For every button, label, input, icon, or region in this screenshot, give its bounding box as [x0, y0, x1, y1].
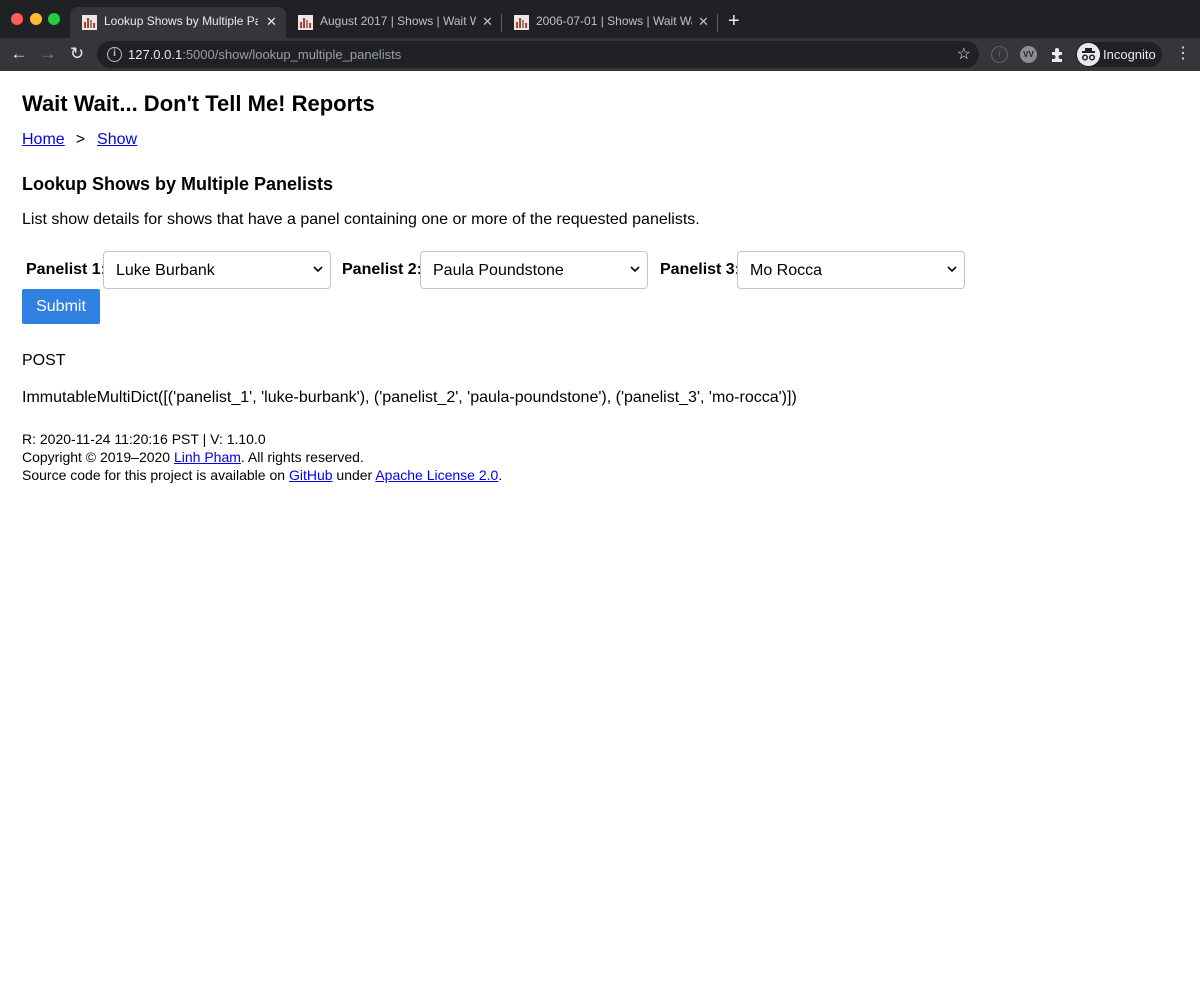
copyright-prefix: Copyright © 2019–2020	[22, 449, 174, 465]
page-heading: Lookup Shows by Multiple Panelists	[22, 174, 334, 194]
browser-toolbar: ← → ↻ i 127.0.0.1:5000/show/lookup_multi…	[0, 38, 1200, 71]
address-bar[interactable]: i 127.0.0.1:5000/show/lookup_multiple_pa…	[97, 41, 979, 68]
bookmark-star-icon[interactable]: ☆	[957, 44, 971, 64]
extension-vv-icon[interactable]: VV	[1020, 46, 1037, 63]
panelist-2-select[interactable]: Paula Poundstone	[420, 251, 648, 289]
url-text[interactable]: 127.0.0.1:5000/show/lookup_multiple_pane…	[128, 47, 401, 62]
tab-title: Lookup Shows by Multiple Panelists	[104, 14, 258, 28]
tab-2006-07-01[interactable]: 2006-07-01 | Shows | Wait Wait ✕	[502, 7, 718, 38]
forward-arrow-icon[interactable]: →	[37, 43, 59, 65]
chevron-down-icon	[630, 266, 640, 273]
source-line: Source code for this project is availabl…	[22, 466, 502, 484]
copyright-suffix: . All rights reserved.	[240, 449, 364, 465]
panelist-1-select[interactable]: Luke Burbank	[103, 251, 331, 289]
url-path: :5000/show/lookup_multiple_panelists	[182, 47, 402, 62]
site-favicon-icon	[82, 15, 97, 30]
close-icon[interactable]: ✕	[266, 13, 277, 31]
request-method: POST	[22, 352, 66, 369]
breadcrumb-show-link[interactable]: Show	[97, 131, 137, 148]
panelist-2-value: Paula Poundstone	[433, 262, 564, 279]
reload-icon[interactable]: ↻	[66, 43, 88, 65]
tab-divider	[717, 14, 718, 32]
github-link[interactable]: GitHub	[289, 467, 333, 483]
panelist-3-value: Mo Rocca	[750, 262, 823, 279]
page-description: List show details for shows that have a …	[22, 211, 700, 228]
source-suffix: .	[498, 467, 503, 483]
extension-info-icon[interactable]: i	[991, 46, 1008, 63]
site-favicon-icon	[514, 15, 529, 30]
minimize-window-button[interactable]	[30, 13, 42, 25]
footer: R: 2020-11-24 11:20:16 PST | V: 1.10.0 C…	[22, 430, 502, 484]
incognito-profile-button[interactable]: Incognito	[1076, 42, 1162, 67]
tab-title: 2006-07-01 | Shows | Wait Wait	[536, 14, 692, 28]
license-link[interactable]: Apache License 2.0	[375, 467, 498, 483]
tab-august-2017[interactable]: August 2017 | Shows | Wait Wait ✕	[286, 7, 502, 38]
site-info-icon[interactable]: i	[107, 47, 122, 62]
close-icon[interactable]: ✕	[482, 13, 493, 31]
tab-title: August 2017 | Shows | Wait Wait	[320, 14, 476, 28]
page-content: Wait Wait... Don't Tell Me! Reports Home…	[0, 71, 1200, 997]
panelist-3-select[interactable]: Mo Rocca	[737, 251, 965, 289]
render-info: R: 2020-11-24 11:20:16 PST | V: 1.10.0	[22, 431, 266, 447]
close-icon[interactable]: ✕	[698, 13, 709, 31]
breadcrumb-separator: >	[75, 131, 86, 148]
form-data-dump: ImmutableMultiDict([('panelist_1', 'luke…	[22, 389, 797, 406]
site-favicon-icon	[298, 15, 313, 30]
panelist-1-value: Luke Burbank	[116, 262, 215, 279]
submit-button[interactable]: Submit	[22, 289, 100, 324]
more-menu-icon[interactable]: ⋮	[1175, 46, 1191, 64]
source-middle: under	[332, 467, 376, 483]
source-prefix: Source code for this project is availabl…	[22, 467, 289, 483]
site-title: Wait Wait... Don't Tell Me! Reports	[22, 91, 375, 116]
extensions-puzzle-icon[interactable]	[1049, 46, 1066, 63]
incognito-icon	[1077, 43, 1100, 66]
profile-label: Incognito	[1103, 47, 1156, 62]
url-host: 127.0.0.1	[128, 47, 183, 62]
breadcrumb: Home > Show	[22, 131, 137, 149]
chevron-down-icon	[313, 266, 323, 273]
copyright-line: Copyright © 2019–2020 Linh Pham. All rig…	[22, 448, 502, 466]
tab-strip: Lookup Shows by Multiple Panelists ✕ Aug…	[0, 0, 1200, 38]
breadcrumb-home-link[interactable]: Home	[22, 131, 65, 148]
panelist-2-label: Panelist 2:	[342, 261, 423, 278]
back-arrow-icon[interactable]: ←	[8, 43, 30, 65]
chevron-down-icon	[947, 266, 957, 273]
tab-lookup-shows[interactable]: Lookup Shows by Multiple Panelists ✕	[70, 7, 286, 38]
new-tab-button[interactable]: +	[728, 9, 740, 33]
maximize-window-button[interactable]	[48, 13, 60, 25]
close-window-button[interactable]	[11, 13, 23, 25]
panelist-3-label: Panelist 3:	[660, 261, 741, 278]
panelist-1-label: Panelist 1:	[26, 261, 107, 278]
author-link[interactable]: Linh Pham	[174, 449, 241, 465]
